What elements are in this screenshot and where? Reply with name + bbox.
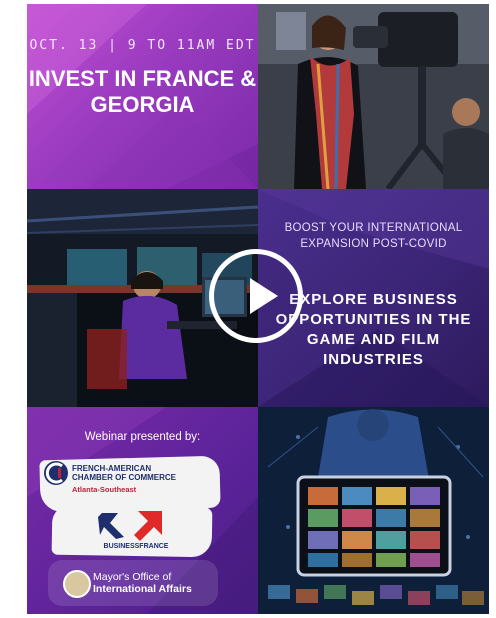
- businessfrance-label: BUSINESSFRANCE: [103, 543, 169, 550]
- mayor-office-line1: Mayor's Office of: [93, 571, 172, 583]
- play-icon: [250, 278, 278, 314]
- boost-text: BOOST YOUR INTERNATIONAL EXPANSION POST-…: [284, 222, 463, 250]
- mayor-office-line2: International Affairs: [93, 583, 192, 595]
- chamber-name: FRENCH-AMERICAN CHAMBER OF COMMERCE: [72, 464, 176, 482]
- play-button[interactable]: [209, 249, 303, 343]
- headline-text: INVEST IN FRANCE & GEORGIA: [28, 66, 257, 117]
- headline: INVEST IN FRANCE & GEORGIA: [27, 66, 258, 118]
- chamber-logo-icon: [44, 461, 68, 485]
- chamber-name-line1: FRENCH-AMERICAN: [72, 464, 152, 473]
- camera-operator-photo: [258, 4, 489, 189]
- event-date: OCT. 13 | 9 TO 11AM EDT: [29, 38, 256, 53]
- chamber-name-line2: CHAMBER OF COMMERCE: [72, 473, 176, 482]
- businessfrance-logo-icon: [98, 511, 162, 541]
- mayor-office-label: Mayor's Office of International Affairs: [93, 571, 192, 595]
- presented-by-label: Webinar presented by:: [84, 431, 201, 443]
- tablet-media-photo: [258, 407, 489, 614]
- chamber-region: Atlanta-Southeast: [72, 485, 137, 494]
- mayor-seal-icon: [63, 570, 91, 598]
